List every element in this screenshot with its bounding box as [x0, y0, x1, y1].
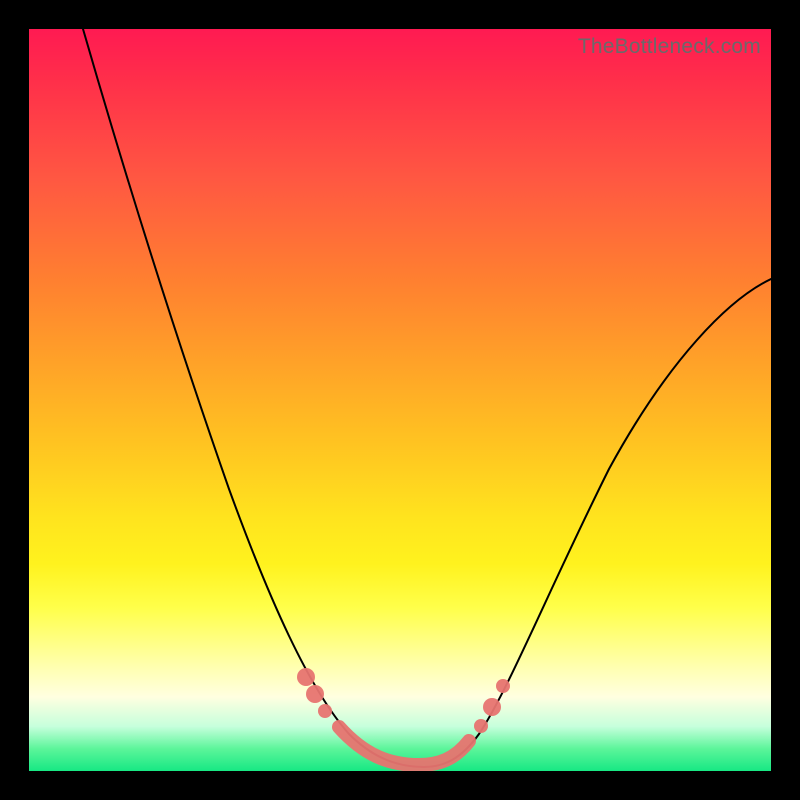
highlight-dot: [318, 704, 332, 718]
highlight-dot: [297, 668, 315, 686]
highlight-dot: [306, 685, 324, 703]
highlight-dot: [474, 719, 488, 733]
bottleneck-curve: [83, 29, 771, 767]
chart-plot-area: TheBottleneck.com: [29, 29, 771, 771]
highlight-trough: [339, 727, 469, 765]
chart-frame: TheBottleneck.com: [0, 0, 800, 800]
chart-overlay: [29, 29, 771, 771]
highlight-dot: [483, 698, 501, 716]
highlight-dot: [496, 679, 510, 693]
